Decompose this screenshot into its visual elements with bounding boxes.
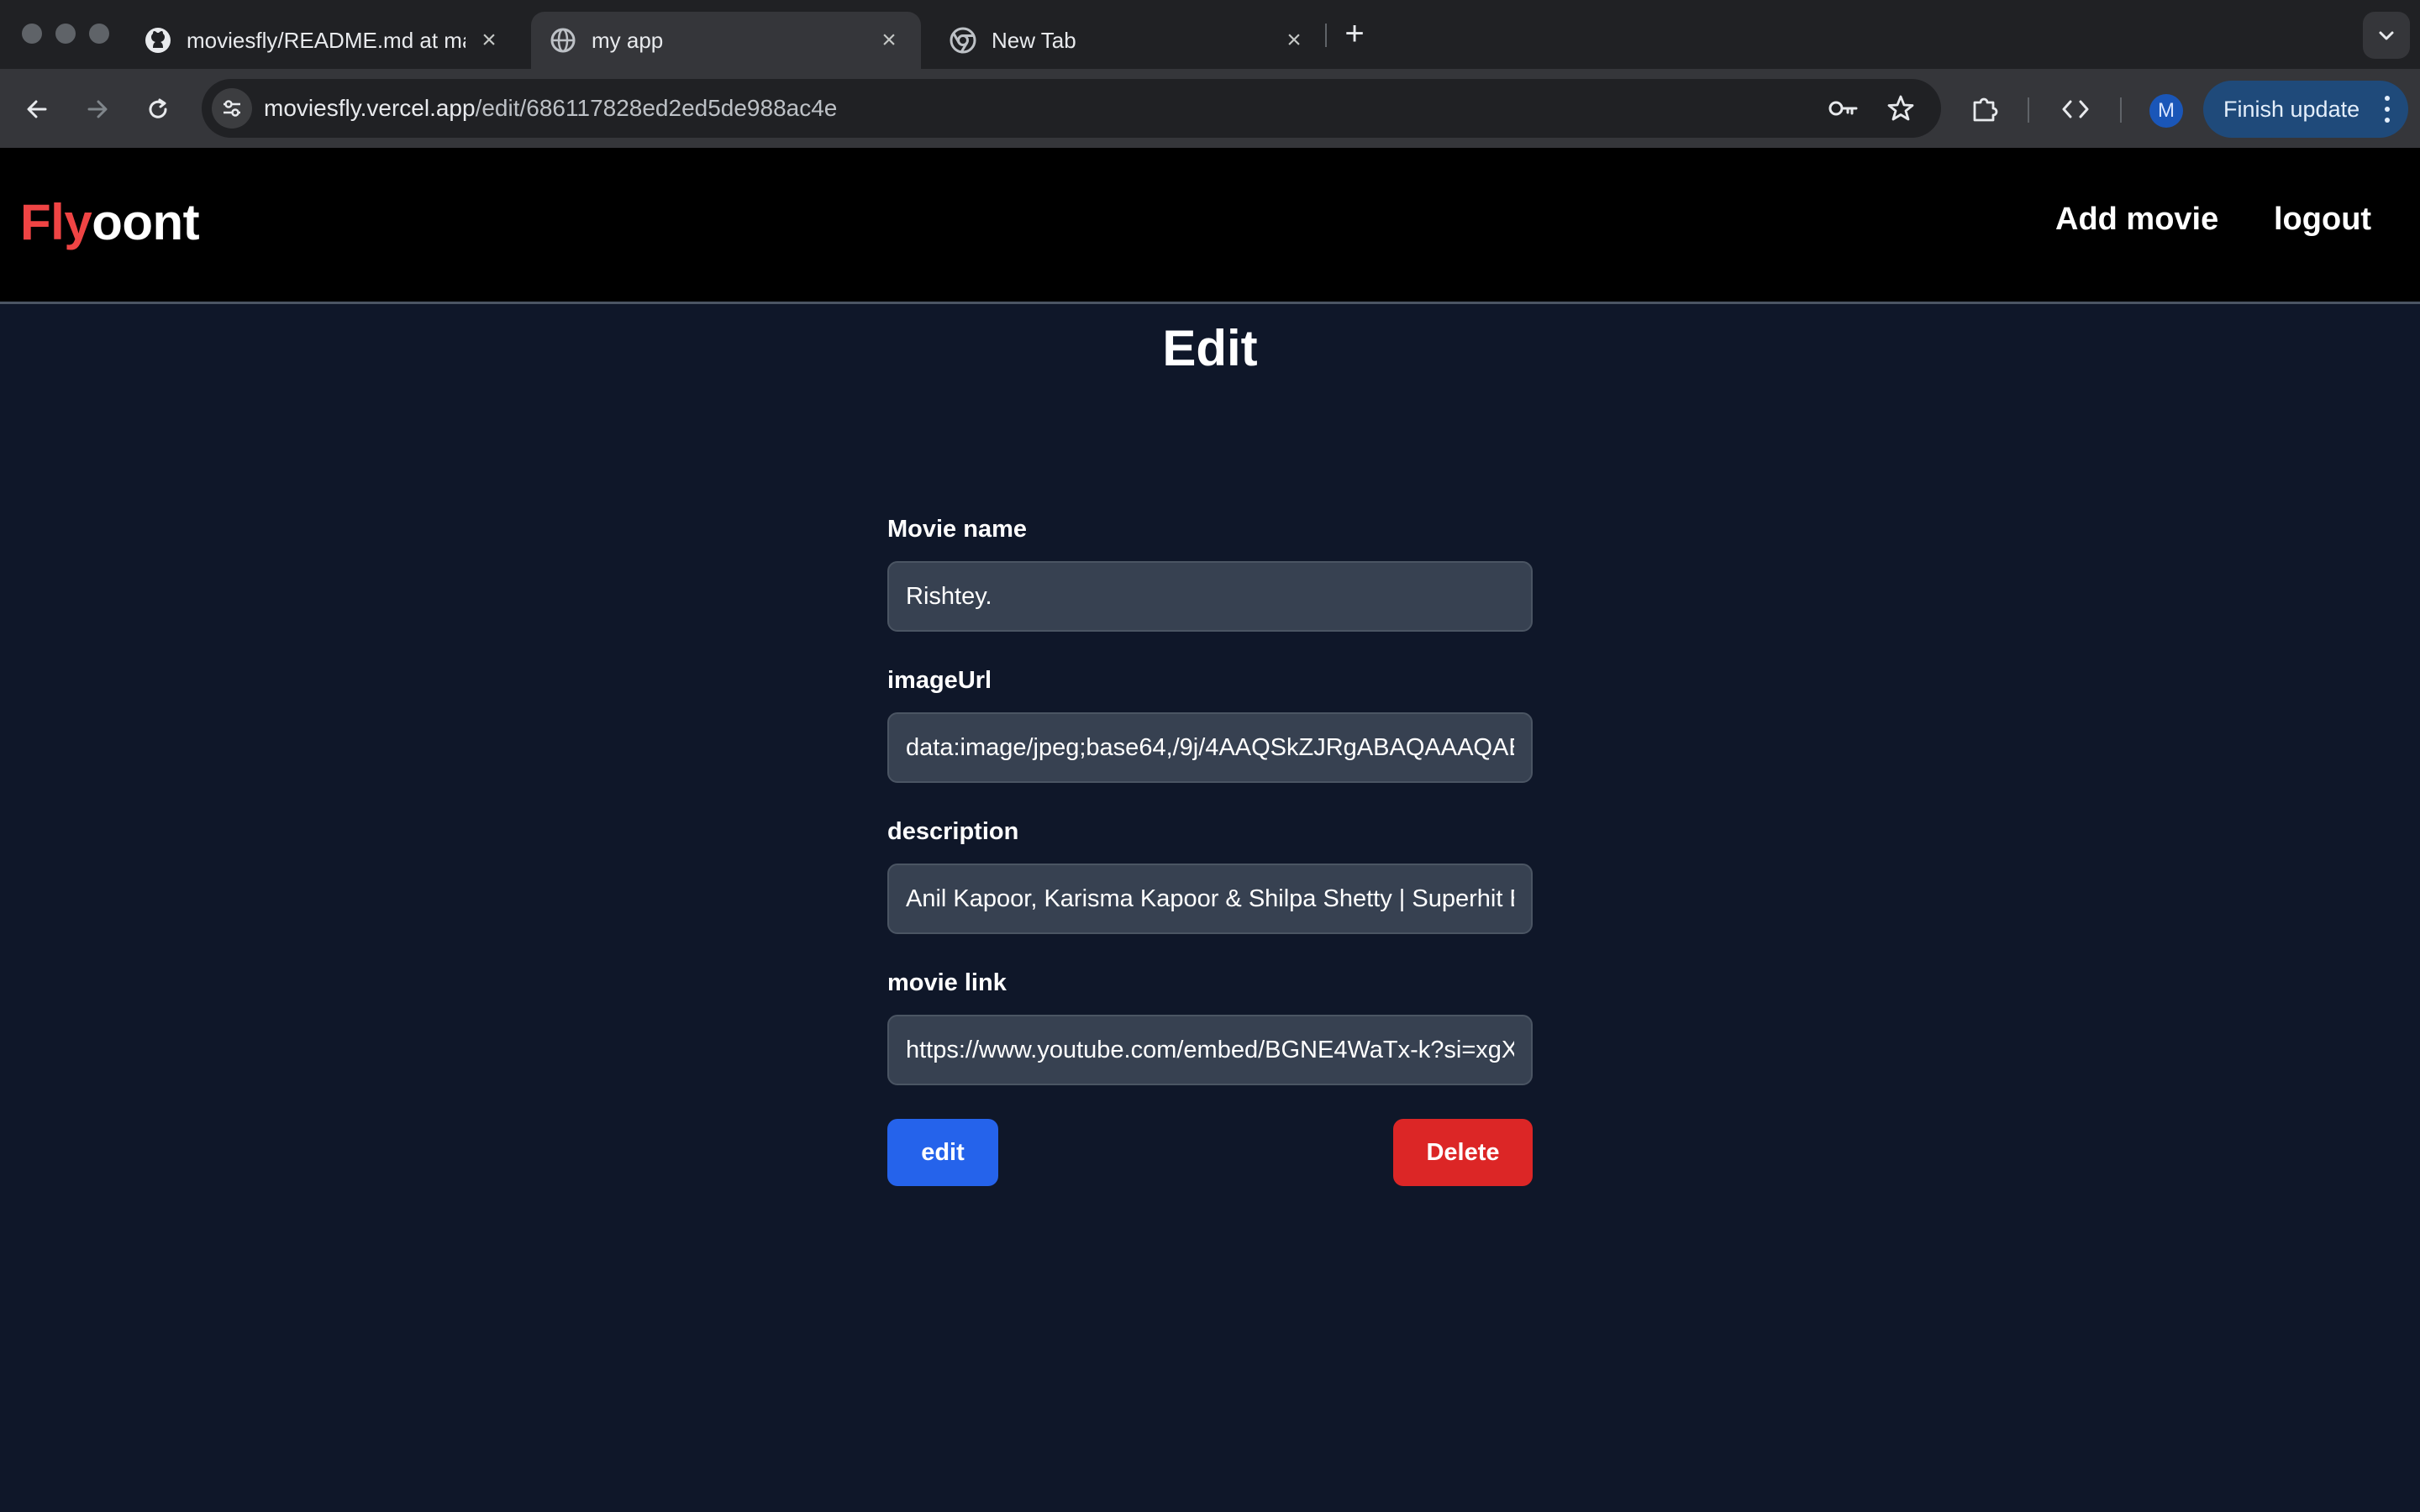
app-header: Flyoont Add movie logout [0, 148, 2420, 304]
profile-avatar[interactable]: M [2149, 94, 2183, 128]
close-tab-icon[interactable]: × [1281, 26, 1307, 55]
finish-update-button[interactable]: Finish update [2203, 81, 2408, 138]
password-key-icon[interactable] [1823, 88, 1864, 129]
toolbar-divider [2028, 97, 2029, 123]
edit-button[interactable]: edit [887, 1119, 998, 1186]
logout-link[interactable]: logout [2274, 202, 2371, 238]
site-logo[interactable]: Flyoont [20, 193, 200, 251]
description-input[interactable] [887, 864, 1533, 934]
window-minimize-control[interactable] [55, 24, 76, 44]
tab-search-chevron-icon[interactable] [2363, 12, 2410, 59]
movie-link-input[interactable] [887, 1015, 1533, 1085]
site-settings-icon[interactable] [212, 88, 252, 129]
tab-title: my app [592, 27, 664, 53]
tab-divider [1325, 24, 1327, 47]
url-path: /edit/686117828ed2ed5de988ac4e [475, 95, 838, 121]
url-host: moviesfly.vercel.app [264, 95, 476, 121]
close-tab-icon[interactable]: × [476, 26, 502, 55]
browser-tab-github[interactable]: moviesfly/README.md at main × [126, 12, 521, 69]
browser-toolbar: moviesfly.vercel.app/edit/686117828ed2ed… [0, 69, 2420, 148]
new-tab-plus-icon[interactable]: + [1338, 17, 1371, 50]
browser-tab-my-app[interactable]: my app × [531, 12, 921, 69]
chrome-icon [950, 27, 976, 54]
more-vertical-icon[interactable] [2385, 96, 2390, 123]
bookmark-star-icon[interactable] [1881, 88, 1921, 129]
tab-title: moviesfly/README.md at main [187, 27, 466, 53]
window-close-control[interactable] [22, 24, 42, 44]
finish-update-label: Finish update [2223, 96, 2360, 122]
logo-text-accent: Fly [20, 194, 92, 250]
movie-name-label: Movie name [887, 516, 1027, 543]
movie-link-label: movie link [887, 969, 1007, 996]
github-icon [145, 27, 171, 54]
url-text: moviesfly.vercel.app/edit/686117828ed2ed… [264, 79, 837, 138]
reload-icon[interactable] [138, 89, 178, 129]
globe-icon [550, 27, 576, 54]
add-movie-link[interactable]: Add movie [2055, 202, 2218, 238]
close-tab-icon[interactable]: × [876, 26, 902, 55]
browser-tab-strip: moviesfly/README.md at main × my app × N… [0, 0, 2420, 69]
back-arrow-icon[interactable] [17, 89, 57, 129]
movie-name-input[interactable] [887, 561, 1533, 632]
devtools-code-icon[interactable] [2055, 89, 2096, 129]
image-url-label: imageUrl [887, 667, 992, 694]
window-zoom-control[interactable] [89, 24, 109, 44]
image-url-input[interactable] [887, 712, 1533, 783]
extensions-puzzle-icon[interactable] [1965, 89, 2005, 129]
tab-title: New Tab [992, 27, 1076, 53]
delete-button[interactable]: Delete [1393, 1119, 1533, 1186]
description-label: description [887, 818, 1019, 845]
page-title: Edit [1162, 320, 1258, 376]
browser-tab-new-tab[interactable]: New Tab × [931, 12, 1326, 69]
forward-arrow-icon[interactable] [77, 89, 118, 129]
toolbar-divider [2120, 97, 2122, 123]
address-bar[interactable]: moviesfly.vercel.app/edit/686117828ed2ed… [202, 79, 1941, 138]
logo-text: oont [92, 194, 200, 250]
